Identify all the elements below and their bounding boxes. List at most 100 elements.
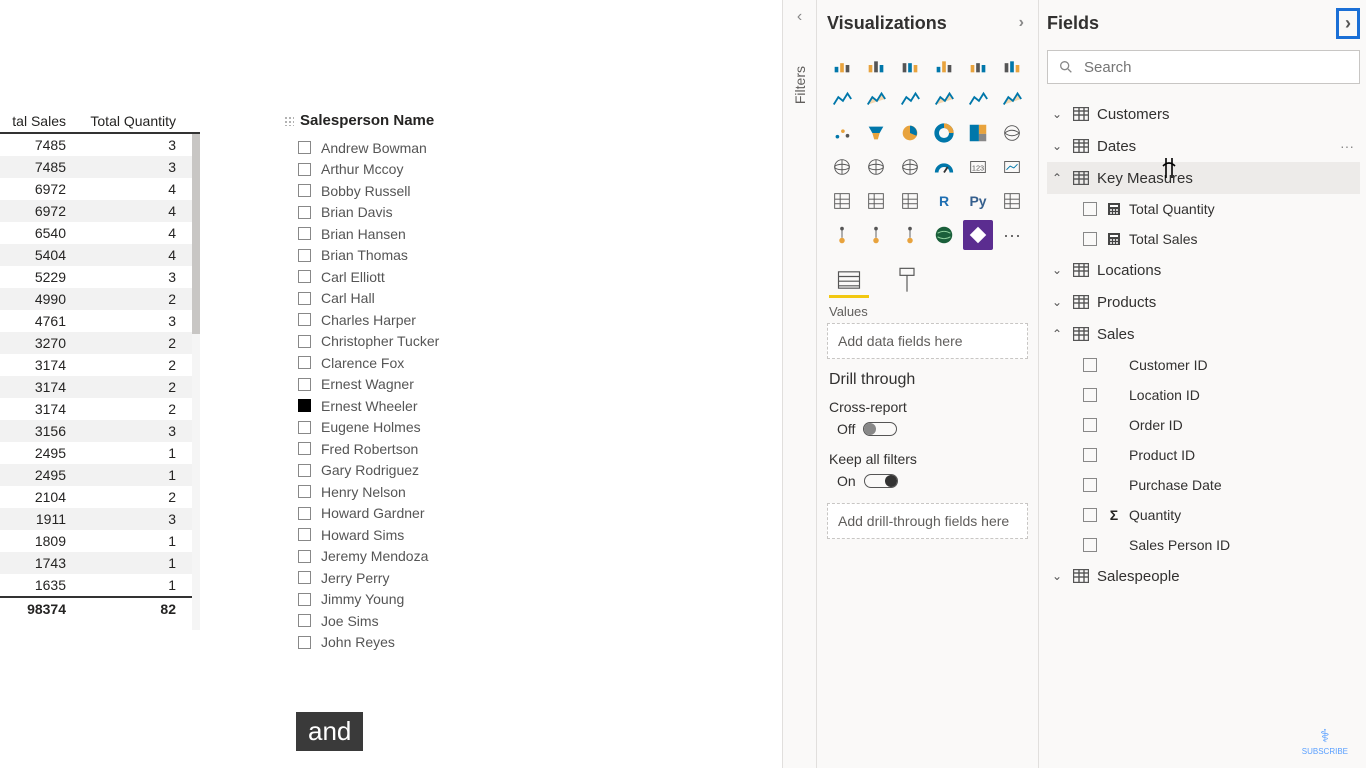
kpi-icon[interactable] (997, 152, 1027, 182)
field-item[interactable]: Customer ID (1047, 350, 1360, 380)
slicer-item[interactable]: Andrew Bowman (288, 137, 548, 159)
field-checkbox[interactable] (1083, 358, 1097, 372)
expand-icon[interactable]: ⌄ (1049, 569, 1065, 583)
line-col-icon[interactable] (997, 50, 1027, 80)
filters-pane-collapsed[interactable]: ‹ Filters (782, 0, 816, 768)
checkbox-icon[interactable] (298, 227, 311, 240)
slicer-item[interactable]: Brian Thomas (288, 245, 548, 267)
expand-icon[interactable]: ⌃ (1049, 327, 1065, 341)
table-row[interactable]: 31742 (0, 398, 200, 420)
card-icon[interactable]: 123 (963, 152, 993, 182)
expand-icon[interactable]: ⌄ (1049, 295, 1065, 309)
field-table-customers[interactable]: ⌄Customers (1047, 98, 1360, 130)
expand-icon[interactable]: ⌄ (1049, 107, 1065, 121)
stacked-area-icon[interactable] (895, 84, 925, 114)
expand-icon[interactable]: ⌄ (1049, 263, 1065, 277)
expand-icon[interactable]: ⌃ (1049, 171, 1065, 185)
decomposition-icon[interactable] (827, 220, 857, 250)
shape-map-icon[interactable] (895, 152, 925, 182)
checkbox-icon[interactable] (298, 163, 311, 176)
checkbox-icon[interactable] (298, 571, 311, 584)
more-icon[interactable]: ··· (1340, 138, 1360, 154)
smart-narrative-icon[interactable] (895, 220, 925, 250)
format-tab[interactable] (893, 266, 921, 294)
checkbox-icon[interactable] (298, 206, 311, 219)
table-icon[interactable] (861, 186, 891, 216)
keep-filters-toggle[interactable]: On (829, 473, 1026, 489)
field-item[interactable]: Purchase Date (1047, 470, 1360, 500)
slicer-icon[interactable] (827, 186, 857, 216)
checkbox-icon[interactable] (298, 485, 311, 498)
slicer-item[interactable]: Joe Sims (288, 610, 548, 632)
stacked-col-icon[interactable] (895, 50, 925, 80)
field-checkbox[interactable] (1083, 478, 1097, 492)
checkbox-icon[interactable] (298, 550, 311, 563)
table-scrollbar[interactable] (192, 134, 200, 630)
field-item[interactable]: Sales Person ID (1047, 530, 1360, 560)
table-row[interactable]: 24951 (0, 442, 200, 464)
field-item[interactable]: Location ID (1047, 380, 1360, 410)
checkbox-icon[interactable] (298, 464, 311, 477)
fields-search[interactable] (1047, 50, 1360, 84)
checkbox-icon[interactable] (298, 184, 311, 197)
drillthrough-well[interactable]: Add drill-through fields here (827, 503, 1028, 539)
checkbox-icon[interactable] (298, 270, 311, 283)
powerapps-icon[interactable] (963, 220, 993, 250)
table-row[interactable]: 31563 (0, 420, 200, 442)
slicer-item[interactable]: Ernest Wheeler (288, 395, 548, 417)
table-row[interactable]: 69724 (0, 200, 200, 222)
table-row[interactable]: 54044 (0, 244, 200, 266)
pie-icon[interactable] (895, 118, 925, 148)
field-item[interactable]: ΣQuantity (1047, 500, 1360, 530)
donut-icon[interactable] (929, 118, 959, 148)
checkbox-icon[interactable] (298, 399, 311, 412)
checkbox-icon[interactable] (298, 636, 311, 649)
slicer-item[interactable]: Clarence Fox (288, 352, 548, 374)
slicer-item[interactable]: Carl Elliott (288, 266, 548, 288)
map-icon[interactable] (997, 118, 1027, 148)
slicer-item[interactable]: Brian Davis (288, 202, 548, 224)
table-row[interactable]: 52293 (0, 266, 200, 288)
clustered-bar-icon[interactable] (861, 50, 891, 80)
table-row[interactable]: 31742 (0, 354, 200, 376)
checkbox-icon[interactable] (298, 528, 311, 541)
slicer-visual[interactable]: Salesperson Name Andrew BowmanArthur Mcc… (288, 112, 548, 653)
r-visual-icon[interactable]: R (929, 186, 959, 216)
more-visuals-icon[interactable]: ··· (997, 220, 1027, 250)
slicer-item[interactable]: Jerry Perry (288, 567, 548, 589)
gauge-icon[interactable] (929, 152, 959, 182)
values-well[interactable]: Add data fields here (827, 323, 1028, 359)
slicer-item[interactable]: Carl Hall (288, 288, 548, 310)
field-item[interactable]: Total Sales (1047, 224, 1360, 254)
expand-icon[interactable]: ⌄ (1049, 139, 1065, 153)
slicer-item[interactable]: Gary Rodriguez (288, 460, 548, 482)
table-row[interactable]: 19113 (0, 508, 200, 530)
slicer-item[interactable]: Brian Hansen (288, 223, 548, 245)
field-checkbox[interactable] (1083, 448, 1097, 462)
stacked-bar-100-icon[interactable] (963, 50, 993, 80)
table-row[interactable]: 49902 (0, 288, 200, 310)
filters-expand-icon[interactable]: ‹ (783, 8, 816, 26)
line-clustered-icon[interactable] (929, 84, 959, 114)
py-visual-icon[interactable]: Py (963, 186, 993, 216)
table-row[interactable]: 17431 (0, 552, 200, 574)
field-table-salespeople[interactable]: ⌄Salespeople (1047, 560, 1360, 592)
checkbox-icon[interactable] (298, 507, 311, 520)
table-row[interactable]: 74853 (0, 134, 200, 156)
table-row[interactable]: 69724 (0, 178, 200, 200)
slicer-item[interactable]: Howard Gardner (288, 503, 548, 525)
arcgis-icon[interactable] (929, 220, 959, 250)
slicer-item[interactable]: Eugene Holmes (288, 417, 548, 439)
table-row[interactable]: 74853 (0, 156, 200, 178)
field-checkbox[interactable] (1083, 202, 1097, 216)
field-item[interactable]: Total Quantity (1047, 194, 1360, 224)
field-item[interactable]: Product ID (1047, 440, 1360, 470)
checkbox-icon[interactable] (298, 614, 311, 627)
table-visual[interactable]: tal Sales Total Quantity 748537485369724… (0, 110, 200, 620)
checkbox-icon[interactable] (298, 292, 311, 305)
slicer-item[interactable]: John Reyes (288, 632, 548, 654)
slicer-item[interactable]: Arthur Mccoy (288, 159, 548, 181)
checkbox-icon[interactable] (298, 249, 311, 262)
field-checkbox[interactable] (1083, 232, 1097, 246)
field-table-sales[interactable]: ⌃Sales (1047, 318, 1360, 350)
